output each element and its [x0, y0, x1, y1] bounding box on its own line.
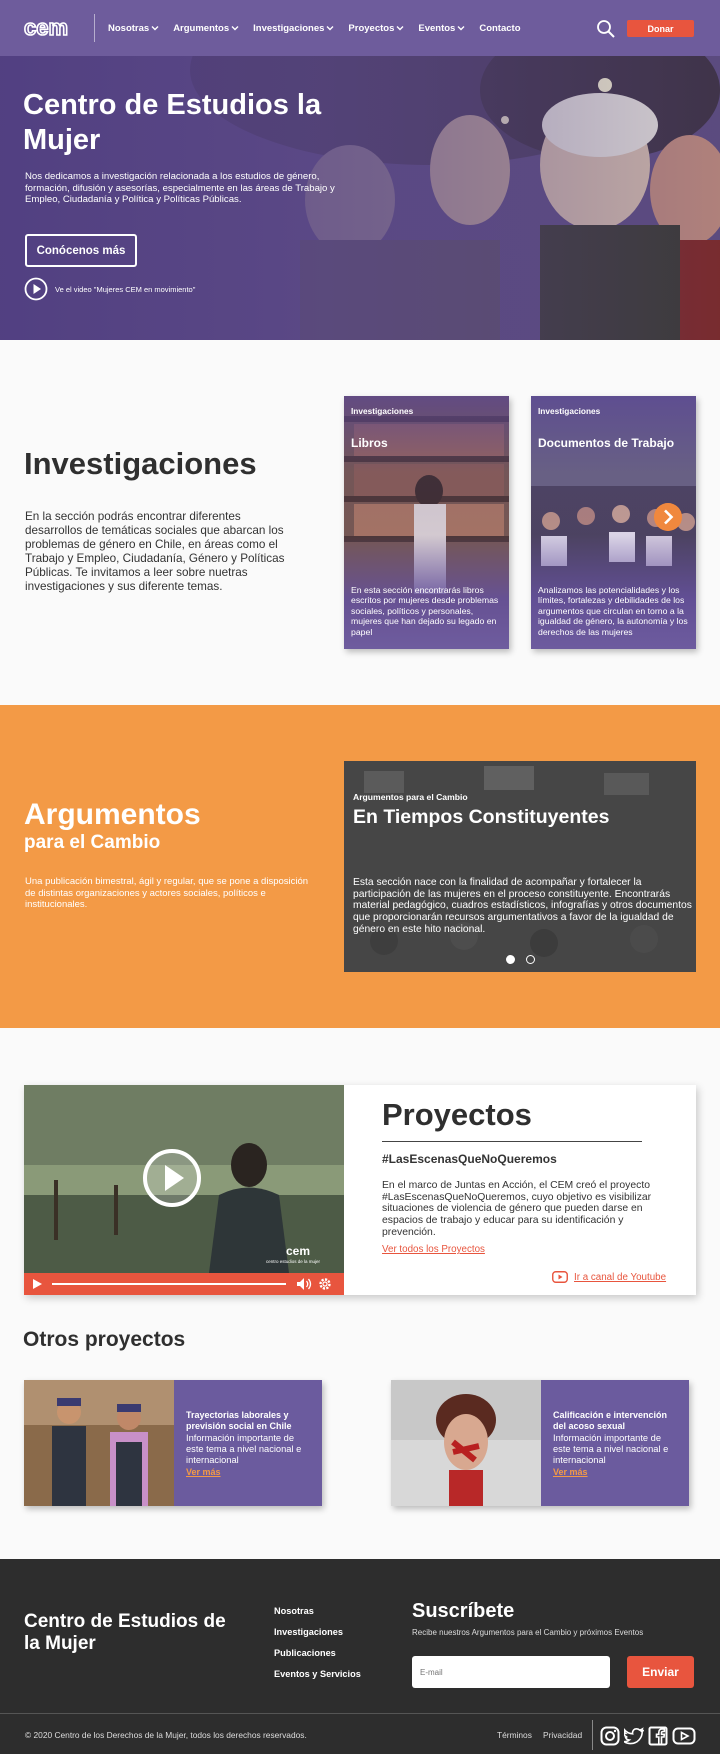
hero-video-label[interactable]: Ve el video "Mujeres CEM en movimiento"	[55, 285, 195, 294]
slider-dot[interactable]	[526, 955, 535, 964]
otro-proyecto-title: Calificación e intervención del acoso se…	[553, 1410, 668, 1431]
copyright-text: © 2020 Centro de los Derechos de la Muje…	[25, 1730, 307, 1740]
card-category: Investigaciones	[538, 406, 601, 416]
play-icon[interactable]	[24, 277, 48, 301]
chevron-right-icon[interactable]	[654, 503, 682, 531]
top-navbar: cem Nosotras Argumentos Investigaciones …	[0, 0, 720, 56]
facebook-icon[interactable]	[648, 1726, 668, 1746]
subscribe-text: Recibe nuestros Argumentos para el Cambi…	[412, 1628, 644, 1637]
proyectos-text: En el marco de Juntas en Acción, el CEM …	[382, 1180, 652, 1238]
proyectos-title: Proyectos	[382, 1097, 532, 1132]
video-controls	[24, 1273, 344, 1295]
footer-vertical-divider	[592, 1720, 593, 1750]
argumentos-title: Argumentos	[24, 798, 201, 831]
ver-todos-proyectos-link[interactable]: Ver todos los Proyectos	[382, 1244, 485, 1255]
otro-proyecto-description: Información importante de este tema a ni…	[186, 1433, 302, 1465]
menu-label: Nosotras	[108, 22, 150, 34]
proyectos-hashtag: #LasEscenasQueNoQueremos	[382, 1152, 557, 1166]
footer-links: Nosotras Investigaciones Publicaciones E…	[274, 1606, 361, 1690]
otro-proyecto-description: Información importante de este tema a ni…	[553, 1433, 669, 1465]
menu-label: Investigaciones	[253, 22, 325, 34]
menu-item-eventos[interactable]: Eventos	[418, 23, 465, 34]
subscribe-title: Suscríbete	[412, 1600, 515, 1622]
menu-item-contacto[interactable]: Contacto	[479, 23, 520, 34]
terms-link[interactable]: Términos	[497, 1730, 532, 1740]
argumentos-slide[interactable]: Argumentos para el Cambio En Tiempos Con…	[344, 761, 696, 972]
menu-item-nosotras[interactable]: Nosotras	[108, 23, 159, 34]
menu-label: Argumentos	[173, 22, 230, 34]
conocenos-button[interactable]: Conócenos más	[25, 234, 137, 267]
chevron-down-icon	[151, 26, 159, 31]
otro-proyecto-card[interactable]: Calificación e intervención del acoso se…	[391, 1380, 689, 1506]
video-play-icon[interactable]	[142, 1148, 202, 1208]
menu-item-proyectos[interactable]: Proyectos	[348, 23, 404, 34]
youtube-icon[interactable]	[672, 1726, 696, 1746]
video-watermark: cem	[286, 1244, 311, 1258]
footer-divider	[0, 1713, 720, 1714]
card-category: Investigaciones	[351, 406, 414, 416]
ver-mas-link[interactable]: Ver más	[186, 1467, 221, 1477]
privacy-link[interactable]: Privacidad	[543, 1730, 582, 1740]
svg-text:cem: cem	[24, 17, 68, 39]
slide-text: Esta sección nace con la finalidad de ac…	[353, 877, 692, 935]
investigaciones-text: En la sección podrás encontrar diferente…	[25, 510, 285, 593]
twitter-icon[interactable]	[624, 1726, 644, 1746]
otro-proyecto-title: Trayectorias laborales y previsión socia…	[186, 1410, 292, 1431]
donate-button[interactable]: Donar	[627, 20, 694, 37]
footer-link-publicaciones[interactable]: Publicaciones	[274, 1648, 361, 1669]
nav-divider	[94, 14, 95, 42]
chevron-down-icon	[457, 26, 465, 31]
proyectos-divider	[382, 1141, 642, 1142]
settings-icon[interactable]	[318, 1277, 332, 1291]
argumentos-text: Una publicación bimestral, ágil y regula…	[25, 876, 309, 910]
menu-label: Contacto	[479, 22, 521, 34]
workers-photo	[24, 1380, 174, 1506]
volume-icon[interactable]	[296, 1277, 313, 1291]
search-icon[interactable]	[596, 19, 616, 39]
footer-link-eventos[interactable]: Eventos y Servicios	[274, 1669, 361, 1690]
chevron-down-icon	[326, 26, 334, 31]
video-watermark-sub: centro estudios de la mujer	[266, 1259, 321, 1264]
ver-mas-link[interactable]: Ver más	[553, 1467, 588, 1477]
youtube-icon[interactable]	[552, 1271, 568, 1283]
card-title: Documentos de Trabajo	[538, 436, 675, 450]
video-player[interactable]: cem centro estudios de la mujer	[24, 1085, 344, 1295]
activist-photo	[391, 1380, 541, 1506]
email-input[interactable]	[412, 1656, 610, 1688]
hero-text: Nos dedicamos a investigación relacionad…	[25, 171, 335, 205]
cem-logo[interactable]: cem	[24, 17, 84, 39]
slider-dot-active[interactable]	[506, 955, 515, 964]
argumentos-subtitle: para el Cambio	[24, 832, 161, 853]
video-progress-bar[interactable]	[52, 1283, 286, 1285]
footer-title: Centro de Estudios de la Mujer	[24, 1611, 226, 1654]
hero-title: Centro de Estudios la Mujer	[23, 89, 322, 156]
chevron-down-icon	[396, 26, 404, 31]
footer-link-nosotras[interactable]: Nosotras	[274, 1606, 361, 1627]
page: Centro de Estudios la Mujer Nos dedicamo…	[0, 0, 720, 1754]
card-description: Analizamos las potencialidades y los lím…	[538, 584, 688, 637]
card-libros[interactable]: Investigaciones Libros En esta sección e…	[344, 396, 509, 649]
otros-proyectos-title: Otros proyectos	[23, 1328, 186, 1351]
menu-item-investigaciones[interactable]: Investigaciones	[253, 23, 334, 34]
instagram-icon[interactable]	[600, 1726, 620, 1746]
send-button[interactable]: Enviar	[627, 1656, 694, 1688]
main-menu: Nosotras Argumentos Investigaciones Proy…	[108, 23, 521, 34]
slide-title: En Tiempos Constituyentes	[353, 806, 610, 828]
menu-label: Proyectos	[348, 22, 395, 34]
card-description: En esta sección encontrarás libros escri…	[351, 584, 499, 637]
investigaciones-title: Investigaciones	[24, 446, 257, 481]
menu-label: Eventos	[418, 22, 456, 34]
youtube-channel-link[interactable]: Ir a canal de Youtube	[574, 1272, 666, 1283]
play-icon[interactable]	[31, 1278, 43, 1290]
card-title: Libros	[351, 436, 388, 450]
menu-item-argumentos[interactable]: Argumentos	[173, 23, 239, 34]
otro-proyecto-card[interactable]: Trayectorias laborales y previsión socia…	[24, 1380, 322, 1506]
slide-category: Argumentos para el Cambio	[353, 792, 468, 802]
footer-link-investigaciones[interactable]: Investigaciones	[274, 1627, 361, 1648]
chevron-down-icon	[231, 26, 239, 31]
